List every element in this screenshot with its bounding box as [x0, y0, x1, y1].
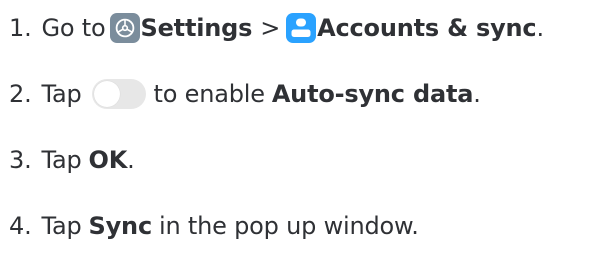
- period: .: [127, 146, 135, 174]
- step-text: in the pop up window.: [158, 212, 419, 240]
- step-2: 2. Tap to enable Auto-sync data .: [9, 74, 481, 114]
- step-text: Tap: [41, 80, 82, 108]
- period: .: [536, 14, 544, 42]
- sync-label: Sync: [88, 212, 153, 240]
- toggle-knob: [93, 81, 120, 107]
- step-text: Tap: [41, 212, 82, 240]
- step-3: 3. Tap OK .: [9, 140, 135, 180]
- step-text: Tap: [41, 146, 82, 174]
- step-text: to enable: [153, 80, 265, 108]
- separator: >: [260, 14, 281, 42]
- step-4: 4. Tap Sync in the pop up window.: [9, 206, 419, 246]
- period: .: [473, 80, 481, 108]
- settings-gear-icon: [109, 13, 140, 43]
- instruction-steps: 1. Go to Settings > Accounts & sync . 2.…: [0, 0, 598, 255]
- step-number: 2.: [9, 80, 32, 108]
- ok-label: OK: [88, 146, 128, 174]
- accounts-sync-label: Accounts & sync: [317, 14, 537, 42]
- step-number: 3.: [9, 146, 32, 174]
- toggle-switch-icon: [91, 79, 146, 109]
- step-1: 1. Go to Settings > Accounts & sync .: [9, 8, 544, 48]
- auto-sync-label: Auto-sync data: [271, 80, 474, 108]
- step-number: 4.: [9, 212, 32, 240]
- settings-label: Settings: [140, 14, 253, 42]
- step-number: 1.: [9, 14, 32, 42]
- accounts-person-icon: [286, 13, 317, 43]
- step-text: Go to: [41, 14, 106, 42]
